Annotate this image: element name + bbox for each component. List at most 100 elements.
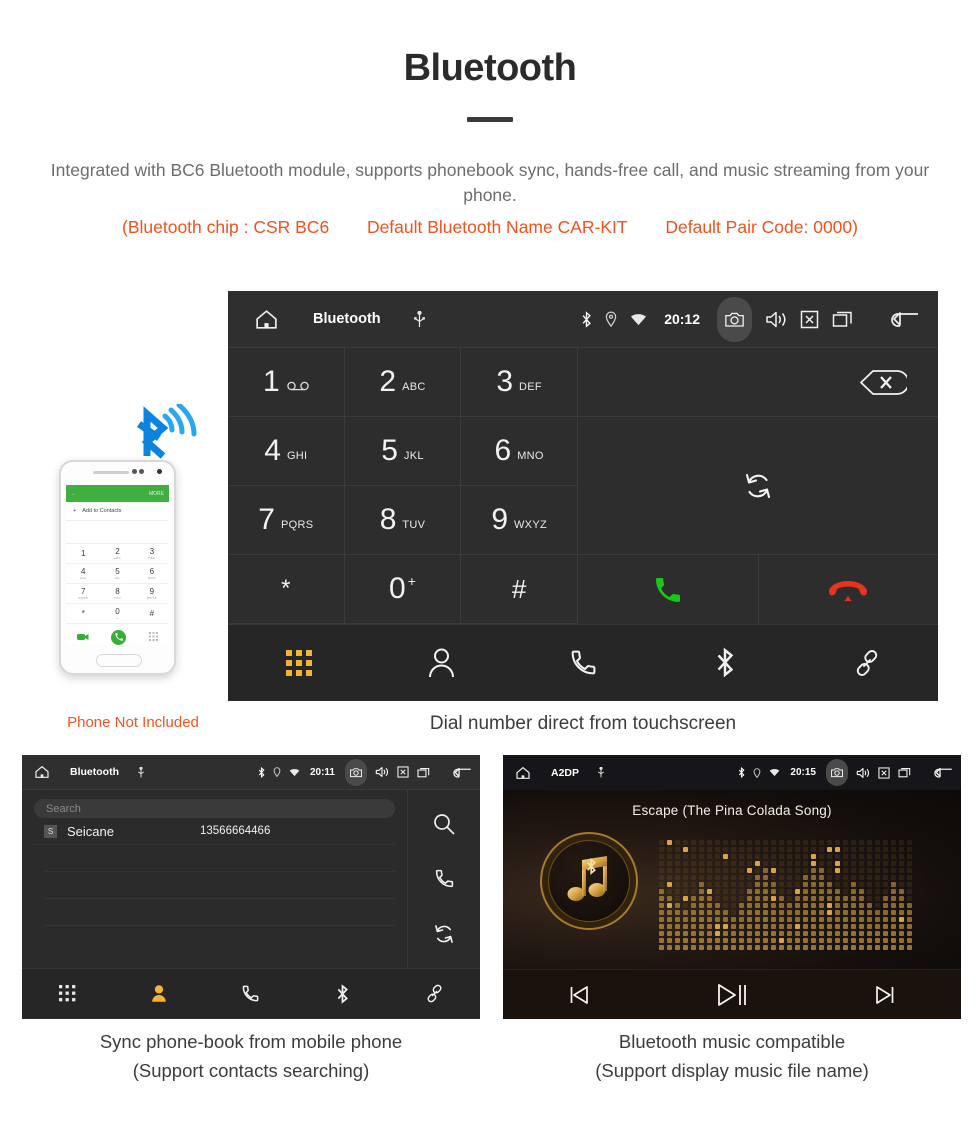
- nav-call-log[interactable]: [512, 648, 654, 677]
- sync-icon[interactable]: [743, 471, 773, 501]
- camera-button[interactable]: [826, 759, 848, 786]
- spec-pair-code: Default Pair Code: 0000): [660, 217, 863, 237]
- phone-key-letters: MNO: [148, 576, 156, 580]
- recents-icon[interactable]: [417, 767, 430, 778]
- phone-key-letters: PQRS: [78, 596, 88, 600]
- key-4[interactable]: 4 GHI: [228, 417, 345, 486]
- back-icon[interactable]: [931, 766, 953, 779]
- music-screenshot: A2DP 20:15 Escape (The Pina Colada Song): [503, 755, 961, 1019]
- key-6[interactable]: 6 MNO: [461, 417, 578, 486]
- spec-line: (Bluetooth chip : CSR BC6 Default Blueto…: [0, 217, 980, 238]
- volume-icon[interactable]: [375, 766, 389, 778]
- recents-icon[interactable]: [832, 310, 853, 328]
- key-digit: #: [512, 576, 526, 602]
- nav-keypad[interactable]: [22, 985, 114, 1002]
- key-hash[interactable]: #: [461, 555, 578, 624]
- phone-key-letters: WXYZ: [147, 596, 157, 600]
- recents-icon[interactable]: [898, 767, 911, 778]
- phone-key-digit: #: [150, 609, 154, 618]
- key-digit: 6: [495, 436, 512, 466]
- phone-key-letters: DEF: [148, 556, 155, 560]
- play-pause-button[interactable]: [656, 982, 809, 1008]
- phone-not-included-caption: Phone Not Included: [33, 714, 233, 731]
- phone-more-label: MORE: [149, 491, 164, 497]
- close-icon[interactable]: [800, 310, 819, 329]
- nav-call-log[interactable]: [205, 984, 297, 1003]
- close-icon[interactable]: [397, 766, 409, 778]
- key-1[interactable]: 1: [228, 348, 345, 417]
- key-letters: PQRS: [281, 510, 313, 531]
- hangup-button[interactable]: [759, 555, 939, 624]
- phone-key-digit: 7: [81, 587, 85, 596]
- nav-keypad[interactable]: [228, 650, 370, 676]
- dialer-caption: Dial number direct from touchscreen: [228, 713, 938, 735]
- nav-bluetooth[interactable]: [297, 984, 389, 1004]
- phone-key: *: [66, 604, 100, 624]
- phone-key: 4 GHI: [66, 564, 100, 584]
- backspace-icon[interactable]: [859, 369, 907, 396]
- bluetooth-icon: [581, 311, 592, 328]
- volume-icon[interactable]: [765, 310, 787, 329]
- phone-icon[interactable]: [434, 868, 455, 889]
- phone-key: 6 MNO: [135, 564, 169, 584]
- home-icon[interactable]: [34, 764, 50, 780]
- key-letters: MNO: [517, 441, 544, 462]
- key-3[interactable]: 3 DEF: [461, 348, 578, 417]
- voicemail-icon: [287, 368, 309, 396]
- search-icon[interactable]: [433, 813, 455, 835]
- page-subtitle: Integrated with BC6 Bluetooth module, su…: [0, 158, 980, 209]
- add-to-contacts-label: Add to Contacts: [82, 508, 121, 514]
- wifi-icon: [289, 768, 300, 777]
- plus-icon: +: [73, 508, 76, 514]
- phone-key: 9 WXYZ: [135, 584, 169, 604]
- key-2[interactable]: 2 ABC: [345, 348, 462, 417]
- back-icon[interactable]: [450, 766, 472, 779]
- album-art-placeholder: [540, 832, 638, 930]
- key-9[interactable]: 9 WXYZ: [461, 486, 578, 555]
- phone-key-letters: TUV: [114, 596, 121, 600]
- phone-key-letters: ABC: [114, 556, 121, 560]
- phone-key: 3 DEF: [135, 544, 169, 564]
- contact-row-empty: [44, 899, 395, 926]
- close-icon[interactable]: [878, 767, 890, 779]
- camera-button[interactable]: [717, 297, 752, 342]
- dialer-keypad-area: 1 2 ABC 3 DEF 4 GHI 5 JKL 6 MNO 7 PQRS 8 TUV 9W…: [228, 348, 938, 624]
- contact-row[interactable]: S Seicane 13566664466: [34, 818, 395, 845]
- phone-key-digit: 4: [81, 567, 85, 576]
- home-icon[interactable]: [254, 307, 279, 332]
- nav-contacts[interactable]: [370, 648, 512, 678]
- camera-button[interactable]: [345, 759, 367, 786]
- bluetooth-signal-icon: [127, 404, 199, 465]
- nav-contacts[interactable]: [114, 984, 206, 1003]
- key-digit: 4: [264, 436, 281, 466]
- search-input[interactable]: Search: [34, 799, 395, 818]
- key-7[interactable]: 7 PQRS: [228, 486, 345, 555]
- previous-button[interactable]: [503, 984, 656, 1006]
- phone-sensor-dots: [132, 469, 144, 474]
- title-divider: [467, 117, 513, 122]
- nav-bluetooth[interactable]: [654, 647, 796, 678]
- next-button[interactable]: [808, 984, 961, 1006]
- key-5[interactable]: 5 JKL: [345, 417, 462, 486]
- phone-key-digit: 9: [150, 587, 154, 596]
- key-0[interactable]: 0 +: [345, 555, 462, 624]
- call-button[interactable]: [578, 555, 759, 624]
- key-letters: WXYZ: [514, 510, 547, 531]
- phone-screen: ← MORE + Add to Contacts 1 2 ABC 3 DEF 4 GH…: [66, 485, 169, 645]
- key-letters: GHI: [287, 441, 307, 462]
- key-8[interactable]: 8 TUV: [345, 486, 462, 555]
- contact-name: Seicane: [67, 824, 114, 839]
- phone-keypad: 1 2 ABC 3 DEF 4 GHI 5 JKL 6 MNO 7 PQRS 8 TUV 9W…: [66, 544, 169, 624]
- phone-key-letters: +: [116, 616, 118, 620]
- page-title: Bluetooth: [0, 0, 980, 90]
- nav-pair-link[interactable]: [796, 649, 938, 677]
- key-star[interactable]: *: [228, 555, 345, 624]
- phone-key: 7 PQRS: [66, 584, 100, 604]
- volume-icon[interactable]: [856, 767, 870, 779]
- contact-number: 13566664466: [200, 825, 270, 837]
- home-icon[interactable]: [515, 765, 531, 781]
- phonebook-statusbar: Bluetooth 20:11: [22, 755, 480, 790]
- back-icon[interactable]: [886, 309, 920, 329]
- sync-icon[interactable]: [433, 923, 455, 945]
- nav-pair-link[interactable]: [388, 984, 480, 1003]
